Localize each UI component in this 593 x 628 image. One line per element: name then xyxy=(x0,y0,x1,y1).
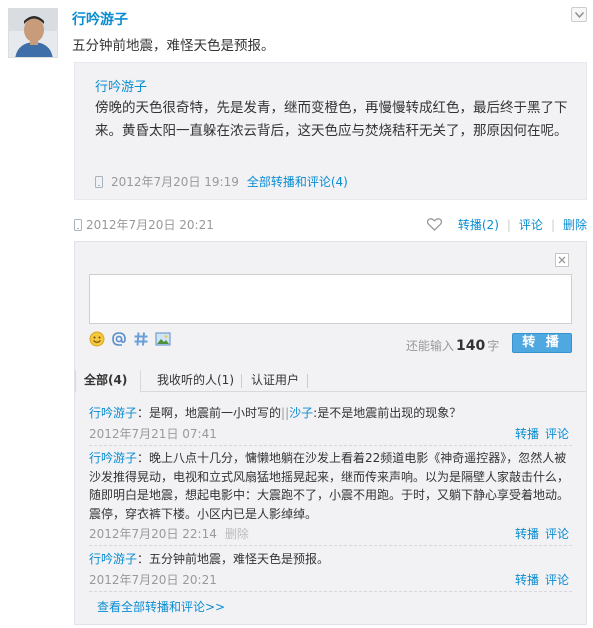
close-icon xyxy=(558,256,566,264)
reply-separator: || xyxy=(281,406,290,420)
tab-verified[interactable]: 认证用户 xyxy=(243,370,307,392)
repost-text: 傍晚的天色很奇特，先是发青，继而变橙色，再慢慢转成红色，最后终于黑了下来。黄昏太… xyxy=(95,100,568,139)
avatar-photo xyxy=(9,9,57,57)
avatar[interactable] xyxy=(8,8,58,58)
repost-button[interactable]: 转播(2) xyxy=(458,216,499,233)
comment-time[interactable]: 2012年7月20日 20:21 xyxy=(89,571,217,588)
composer-tools xyxy=(89,331,171,347)
reply-author[interactable]: 沙子 xyxy=(289,406,313,420)
comment-sep: ： xyxy=(137,406,150,420)
post-time-wrap: 2012年7月20日 20:21 xyxy=(74,216,214,233)
comment-text: 五分钟前地震，难怪天色是预报。 xyxy=(149,552,330,566)
tab-divider xyxy=(241,374,242,388)
remain-prefix: 还能输入 xyxy=(406,339,455,353)
delete-button[interactable]: 删除 xyxy=(563,216,587,233)
comment-repost-button[interactable]: 转播 xyxy=(515,427,539,441)
comment-reply-button[interactable]: 评论 xyxy=(545,573,569,587)
comment-tabs: 全部(4) 我收听的人(1) 认证用户 xyxy=(75,370,586,393)
comment-author[interactable]: 行吟游子 xyxy=(89,552,137,566)
list-item: 行吟游子：是啊，地震前一小时写的||沙子:是不是地震前出现的现象？ xyxy=(89,404,575,423)
divider xyxy=(89,545,572,546)
heart-icon[interactable] xyxy=(426,218,442,231)
comment-delete-button[interactable]: 删除 xyxy=(225,527,249,541)
smile-icon[interactable] xyxy=(89,331,105,347)
submit-repost-button[interactable]: 转 播 xyxy=(512,333,572,353)
comment-time[interactable]: 2012年7月20日 22:14 xyxy=(89,527,217,541)
comment-repost-button[interactable]: 转播 xyxy=(515,573,539,587)
post-time[interactable]: 2012年7月20日 20:21 xyxy=(86,216,214,233)
list-item: 行吟游子：晚上八点十几分，慵懒地躺在沙发上看着22频道电影《神奇遥控器》，忽然人… xyxy=(89,449,575,523)
more-menu-button[interactable] xyxy=(571,7,587,22)
reply-text: :是不是地震前出现的现象？ xyxy=(313,406,462,420)
comment-sep: ： xyxy=(137,552,150,566)
comment-sep: ： xyxy=(137,451,150,465)
repost-meta: 2012年7月20日 19:19 全部转播和评论(4) xyxy=(95,173,348,190)
repost-box: 行吟游子 傍晚的天色很奇特，先是发青，继而变橙色，再慢慢转成红色，最后终于黑了下… xyxy=(74,62,587,200)
at-icon[interactable] xyxy=(111,331,127,347)
close-button[interactable] xyxy=(555,253,569,267)
remain-count: 140 xyxy=(456,338,486,354)
view-all-link[interactable]: 查看全部转播和评论>> xyxy=(97,598,225,615)
comment-reply-button[interactable]: 评论 xyxy=(545,427,569,441)
comment-author[interactable]: 行吟游子 xyxy=(89,451,137,465)
tab-all[interactable]: 全部(4) xyxy=(75,370,141,393)
remain-suffix: 字 xyxy=(487,339,500,353)
comment-actions: 转播 评论 xyxy=(509,571,569,588)
mobile-icon xyxy=(95,175,103,188)
comment-repost-button[interactable]: 转播 xyxy=(515,527,539,541)
tab-following[interactable]: 我收听的人(1) xyxy=(149,370,242,392)
comment-actions: 转播 评论 xyxy=(509,525,569,542)
repost-author[interactable]: 行吟游子 xyxy=(95,76,147,95)
comment-panel: 还能输入 140 字 转 播 全部(4) 我收听的人(1) 认证用户 行吟游子：是啊… xyxy=(74,241,587,625)
comment-actions: 转播 评论 xyxy=(509,425,569,442)
image-icon[interactable] xyxy=(155,331,171,347)
comment-time[interactable]: 2012年7月21日 07:41 xyxy=(89,425,217,442)
char-remaining: 还能输入 140 字 xyxy=(406,337,499,354)
comment-input[interactable] xyxy=(89,274,572,324)
post-meta: 2012年7月20日 20:21 转播(2) | 评论 | 删除 xyxy=(74,215,587,233)
repost-time[interactable]: 2012年7月20日 19:19 xyxy=(111,173,239,190)
all-reposts-link[interactable]: 全部转播和评论(4) xyxy=(247,173,348,190)
comment-button[interactable]: 评论 xyxy=(519,216,543,233)
tab-divider xyxy=(307,374,308,388)
comment-text: 是啊，地震前一小时写的 xyxy=(149,406,282,420)
mobile-icon xyxy=(74,218,82,231)
comment-text: 晚上八点十几分，慵懒地躺在沙发上看着22频道电影《神奇遥控器》，忽然人被沙发推得… xyxy=(89,451,570,521)
comment-author[interactable]: 行吟游子 xyxy=(89,406,137,420)
separator: | xyxy=(506,217,511,232)
list-item: 行吟游子：五分钟前地震，难怪天色是预报。 xyxy=(89,550,575,569)
comment-time-wrap: 2012年7月20日 22:14 删除 xyxy=(89,525,249,542)
chevron-down-icon xyxy=(574,11,584,18)
comment-reply-button[interactable]: 评论 xyxy=(545,527,569,541)
post-actions: 转播(2) | 评论 | 删除 xyxy=(426,216,587,233)
post-author[interactable]: 行吟游子 xyxy=(72,9,128,29)
hashtag-icon[interactable] xyxy=(133,331,149,347)
separator: | xyxy=(550,217,555,232)
divider xyxy=(89,445,572,446)
divider xyxy=(89,591,572,592)
post-text: 五分钟前地震，难怪天色是预报。 xyxy=(72,38,275,54)
